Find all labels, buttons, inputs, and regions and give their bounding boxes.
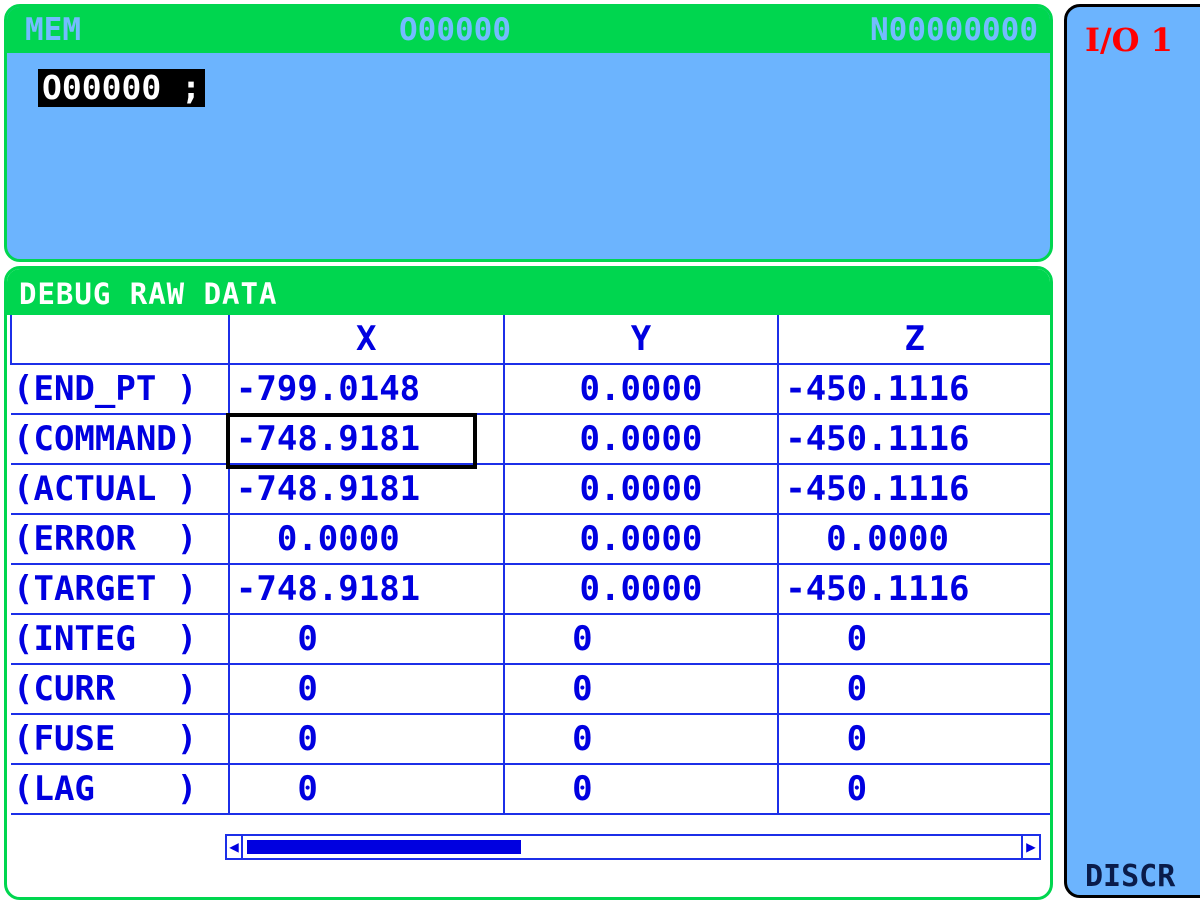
row-label: (LAG ) [11, 763, 230, 815]
row-label: (INTEG ) [11, 613, 230, 665]
table-row: (FUSE ) 0 0 0 [11, 713, 1050, 765]
program-panel: MEM O00000 N00000000 O00000 ; [4, 4, 1053, 262]
discrete-label: DISCR [1085, 859, 1176, 894]
debug-title: DEBUG RAW DATA [19, 277, 278, 311]
cell-y[interactable]: 0.0000 [502, 563, 780, 615]
cell-x[interactable]: 0 [227, 713, 505, 765]
cell-z[interactable]: -450.1116 [777, 563, 1050, 615]
cell-x[interactable]: -748.9181 [227, 563, 505, 615]
row-label: (END_PT ) [11, 363, 230, 415]
table-row: (END_PT ) -799.0148 0.0000 -450.1116 [11, 363, 1050, 415]
cell-x-selected[interactable]: -748.9181 [227, 413, 505, 465]
column-header-z: Z [777, 315, 1050, 365]
column-header-x: X [227, 315, 505, 365]
scroll-left-arrow-icon[interactable]: ◀ [227, 836, 243, 858]
table-row: (TARGET ) -748.9181 0.0000 -450.1116 [11, 563, 1050, 615]
side-panel: I/O 1 DISCR [1064, 4, 1200, 898]
debug-header: DEBUG RAW DATA [7, 269, 1050, 315]
table-header-row: X Y Z [10, 315, 1050, 365]
column-header-label [10, 315, 230, 365]
cell-y[interactable]: 0.0000 [502, 463, 780, 515]
table-row: (INTEG ) 0 0 0 [11, 613, 1050, 665]
cell-z[interactable]: -450.1116 [777, 463, 1050, 515]
cell-x[interactable]: -799.0148 [227, 363, 505, 415]
scroll-right-arrow-icon[interactable]: ▶ [1021, 836, 1039, 858]
cell-y[interactable]: 0.0000 [502, 363, 780, 415]
row-label: (ERROR ) [11, 513, 230, 565]
cell-z[interactable]: -450.1116 [777, 363, 1050, 415]
cell-x[interactable]: 0 [227, 763, 505, 815]
column-header-y: Y [502, 315, 780, 365]
table-row: (ACTUAL ) -748.9181 0.0000 -450.1116 [11, 463, 1050, 515]
program-number: O00000 [399, 12, 511, 48]
program-cursor-line[interactable]: O00000 ; [38, 69, 205, 107]
row-label: (COMMAND) [11, 413, 230, 465]
cell-x[interactable]: 0.0000 [227, 513, 505, 565]
row-label: (FUSE ) [11, 713, 230, 765]
table-row: (LAG ) 0 0 0 [11, 763, 1050, 815]
debug-raw-data-panel: DEBUG RAW DATA X Y Z (END_PT ) -799.0148… [4, 266, 1053, 900]
cell-y[interactable]: 0.0000 [502, 413, 780, 465]
program-header: MEM O00000 N00000000 [7, 7, 1050, 53]
table-row: (ERROR ) 0.0000 0.0000 0.0000 [11, 513, 1050, 565]
row-label: (CURR ) [11, 663, 230, 715]
cell-z[interactable]: 0 [777, 613, 1050, 665]
sequence-number: N00000000 [870, 12, 1038, 48]
cell-x[interactable]: 0 [227, 613, 505, 665]
row-label: (ACTUAL ) [11, 463, 230, 515]
cell-y[interactable]: 0 [502, 713, 780, 765]
cell-y[interactable]: 0 [502, 663, 780, 715]
horizontal-scrollbar[interactable]: ◀ ▶ [225, 834, 1041, 860]
row-label: (TARGET ) [11, 563, 230, 615]
table-row: (COMMAND) -748.9181 0.0000 -450.1116 [11, 413, 1050, 465]
cell-z[interactable]: 0 [777, 663, 1050, 715]
cell-x[interactable]: 0 [227, 663, 505, 715]
cell-y[interactable]: 0 [502, 763, 780, 815]
cell-z[interactable]: -450.1116 [777, 413, 1050, 465]
cell-x[interactable]: -748.9181 [227, 463, 505, 515]
cell-y[interactable]: 0 [502, 613, 780, 665]
cell-z[interactable]: 0 [777, 763, 1050, 815]
cell-y[interactable]: 0.0000 [502, 513, 780, 565]
debug-table: X Y Z (END_PT ) -799.0148 0.0000 -450.11… [10, 315, 1050, 815]
table-row: (CURR ) 0 0 0 [11, 663, 1050, 715]
mode-label: MEM [25, 12, 81, 48]
io-label: I/O 1 [1085, 21, 1173, 59]
cell-z[interactable]: 0 [777, 713, 1050, 765]
scrollbar-thumb[interactable] [247, 840, 521, 854]
cell-z[interactable]: 0.0000 [777, 513, 1050, 565]
